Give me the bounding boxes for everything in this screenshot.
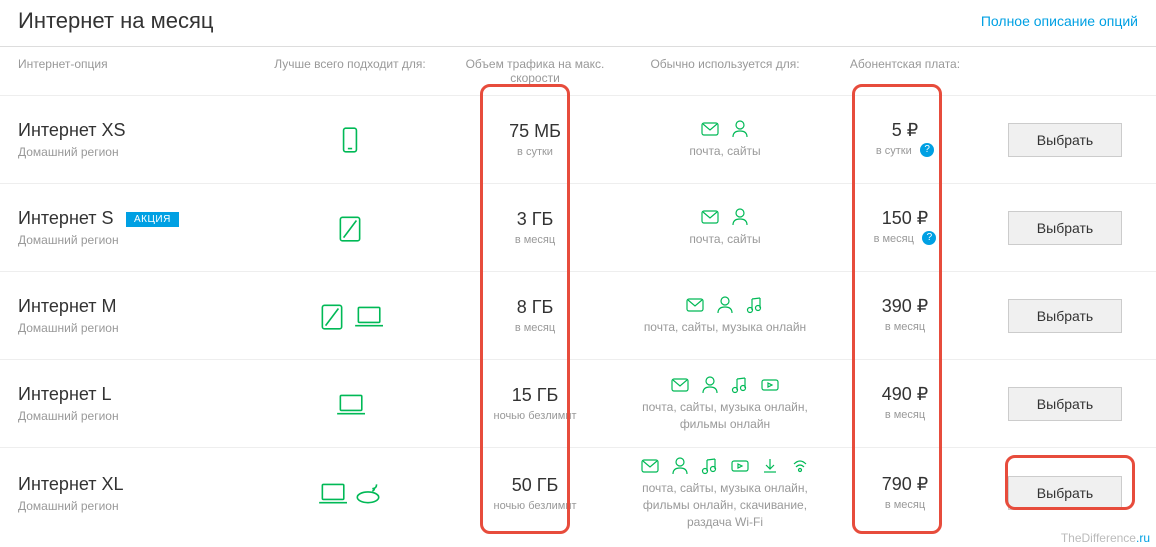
promo-badge: АКЦИЯ xyxy=(126,212,179,227)
traffic-volume: 15 ГБ xyxy=(450,385,620,406)
price-period: в месяц xyxy=(885,321,925,333)
mail-icon xyxy=(700,207,720,227)
price-period: в месяц xyxy=(885,409,925,421)
select-button[interactable]: Выбрать xyxy=(1008,387,1122,421)
table-row: Интернет L Домашний регион 15 ГБ ночью б… xyxy=(0,359,1156,447)
price: 390 ₽ xyxy=(830,296,980,317)
person-icon xyxy=(670,456,690,476)
mail-icon xyxy=(640,456,660,476)
info-icon[interactable]: ? xyxy=(922,231,936,245)
wifi-icon xyxy=(790,456,810,476)
plan-name: Интернет M xyxy=(18,296,117,317)
router-icon xyxy=(353,478,383,508)
tablet-icon xyxy=(335,213,365,243)
traffic-period: ночью безлимит xyxy=(450,500,620,512)
col-fee: Абонентская плата: xyxy=(830,57,980,85)
device-icons xyxy=(250,125,450,155)
device-icons xyxy=(250,478,450,508)
select-button[interactable]: Выбрать xyxy=(1008,476,1122,510)
col-best-for: Лучше всего подходит для: xyxy=(250,57,450,85)
price: 790 ₽ xyxy=(830,474,980,495)
mail-icon xyxy=(670,375,690,395)
page-title: Интернет на месяц xyxy=(18,8,213,34)
usage-icons xyxy=(620,207,830,227)
mail-icon xyxy=(700,119,720,139)
select-button[interactable]: Выбрать xyxy=(1008,299,1122,333)
full-description-link[interactable]: Полное описание опций xyxy=(981,13,1138,29)
device-icons xyxy=(250,213,450,243)
watermark: TheDifference.ru xyxy=(1061,531,1150,545)
music-icon xyxy=(745,295,765,315)
video-icon xyxy=(760,375,780,395)
plan-region: Домашний регион xyxy=(18,233,250,247)
table-row: Интернет M Домашний регион 8 ГБ в месяц … xyxy=(0,271,1156,359)
phone-icon xyxy=(335,125,365,155)
table-row: Интернет S АКЦИЯ Домашний регион 3 ГБ в … xyxy=(0,183,1156,271)
traffic-volume: 75 МБ xyxy=(450,121,620,142)
select-button[interactable]: Выбрать xyxy=(1008,211,1122,245)
person-icon xyxy=(700,375,720,395)
usage-text: почта, сайты, музыка онлайн, фильмы онла… xyxy=(620,399,830,433)
video-icon xyxy=(730,456,750,476)
traffic-volume: 50 ГБ xyxy=(450,475,620,496)
price: 5 ₽ xyxy=(830,120,980,141)
plan-name: Интернет S xyxy=(18,208,114,229)
usage-text: почта, сайты xyxy=(620,231,830,248)
traffic-period: в месяц xyxy=(450,322,620,334)
usage-icons xyxy=(620,456,830,476)
plan-name: Интернет XL xyxy=(18,474,124,495)
laptop-icon xyxy=(335,389,365,419)
traffic-volume: 3 ГБ xyxy=(450,209,620,230)
plan-region: Домашний регион xyxy=(18,321,250,335)
plan-name: Интернет L xyxy=(18,384,112,405)
usage-text: почта, сайты, музыка онлайн, фильмы онла… xyxy=(620,480,830,530)
traffic-period: ночью безлимит xyxy=(450,410,620,422)
col-traffic: Объем трафика на макс. скорости xyxy=(450,57,620,85)
mail-icon xyxy=(685,295,705,315)
device-icons xyxy=(250,389,450,419)
price-period: в сутки xyxy=(876,145,912,157)
plan-region: Домашний регион xyxy=(18,145,250,159)
plan-name: Интернет XS xyxy=(18,120,126,141)
person-icon xyxy=(715,295,735,315)
col-option: Интернет-опция xyxy=(0,57,250,85)
table-row: Интернет XS Домашний регион 75 МБ в сутк… xyxy=(0,95,1156,183)
tablet-icon xyxy=(317,301,347,331)
price: 490 ₽ xyxy=(830,384,980,405)
usage-icons xyxy=(620,295,830,315)
laptop-icon xyxy=(353,301,383,331)
music-icon xyxy=(700,456,720,476)
usage-text: почта, сайты, музыка онлайн xyxy=(620,319,830,336)
table-row: Интернет XL Домашний регион 50 ГБ ночью … xyxy=(0,447,1156,538)
traffic-period: в месяц xyxy=(450,234,620,246)
select-button[interactable]: Выбрать xyxy=(1008,123,1122,157)
info-icon[interactable]: ? xyxy=(920,143,934,157)
table-header: Интернет-опция Лучше всего подходит для:… xyxy=(0,47,1156,95)
music-icon xyxy=(730,375,750,395)
person-icon xyxy=(730,207,750,227)
usage-icons xyxy=(620,375,830,395)
plan-region: Домашний регион xyxy=(18,409,250,423)
person-icon xyxy=(730,119,750,139)
download-icon xyxy=(760,456,780,476)
laptop-icon xyxy=(317,478,347,508)
plans-table: Интернет-опция Лучше всего подходит для:… xyxy=(0,46,1156,538)
device-icons xyxy=(250,301,450,331)
price-period: в месяц xyxy=(874,233,914,245)
usage-icons xyxy=(620,119,830,139)
price: 150 ₽ xyxy=(830,208,980,229)
plan-region: Домашний регион xyxy=(18,499,250,513)
traffic-period: в сутки xyxy=(450,146,620,158)
col-usage: Обычно используется для: xyxy=(620,57,830,85)
price-period: в месяц xyxy=(885,499,925,511)
usage-text: почта, сайты xyxy=(620,143,830,160)
traffic-volume: 8 ГБ xyxy=(450,297,620,318)
